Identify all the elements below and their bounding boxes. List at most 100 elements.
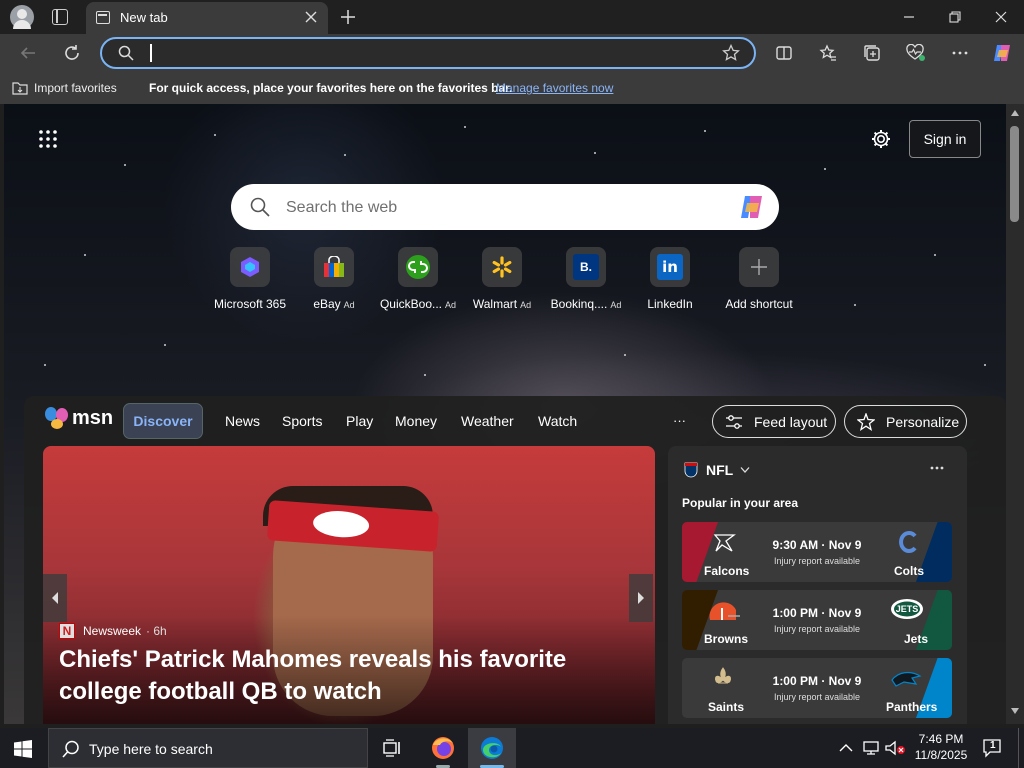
page-scrollbar[interactable]	[1006, 104, 1024, 724]
taskbar-edge[interactable]	[468, 728, 516, 768]
msn-butterfly-icon	[45, 407, 68, 429]
booking-icon: B.	[566, 247, 606, 287]
app-launcher-button[interactable]	[39, 130, 57, 148]
ad-badge: Ad	[610, 300, 622, 310]
ad-badge: Ad	[445, 300, 457, 310]
shortcut-label: Bookinq....	[550, 297, 608, 311]
close-tab-icon[interactable]	[304, 10, 318, 24]
favorites-button[interactable]	[814, 39, 842, 67]
nav-tab-sports[interactable]: Sports	[282, 413, 322, 429]
sliders-icon	[726, 415, 742, 429]
new-tab-button[interactable]	[340, 9, 356, 25]
shortcut-label: LinkedIn	[647, 297, 693, 311]
page-settings-button[interactable]	[870, 128, 892, 150]
close-window-button[interactable]	[978, 0, 1024, 34]
back-button[interactable]	[14, 39, 42, 67]
nav-tab-money[interactable]: Money	[395, 413, 437, 429]
shortcut-walmart[interactable]: Walmart Ad	[462, 247, 542, 311]
microsoft-365-icon	[230, 247, 270, 287]
carousel-prev-button[interactable]	[43, 574, 67, 622]
new-tab-page-icon	[96, 11, 110, 24]
nfl-title[interactable]: NFL	[706, 462, 733, 478]
search-icon	[118, 45, 134, 61]
refresh-button[interactable]	[58, 39, 86, 67]
import-favorites-link[interactable]: Import favorites	[34, 81, 117, 95]
web-search-box[interactable]: Search the web	[231, 184, 779, 230]
favorite-star-icon[interactable]	[722, 44, 740, 62]
nav-tab-weather[interactable]: Weather	[461, 413, 514, 429]
shortcut-linkedin[interactable]: in LinkedIn	[630, 247, 710, 311]
chevron-down-icon[interactable]	[740, 466, 750, 474]
hero-news-card[interactable]: N Newsweek · 6h Chiefs' Patrick Mahomes …	[43, 446, 655, 724]
text-cursor	[150, 44, 152, 62]
manage-favorites-link[interactable]: Manage favorites now	[496, 81, 613, 95]
taskbar-search-box[interactable]: Type here to search	[48, 728, 368, 768]
carousel-next-button[interactable]	[629, 574, 653, 622]
more-options-icon[interactable]	[930, 466, 944, 470]
copilot-button[interactable]	[988, 39, 1016, 67]
shortcut-add[interactable]: Add shortcut	[719, 247, 799, 311]
sparkle-star-icon	[857, 413, 875, 431]
hero-headline[interactable]: Chiefs' Patrick Mahomes reveals his favo…	[59, 644, 639, 708]
show-hidden-icons-chevron-up-icon[interactable]	[839, 743, 853, 753]
game-time: 9:30 AM · Nov 9	[772, 538, 862, 552]
edge-icon	[481, 737, 503, 759]
windows-logo-icon	[14, 740, 32, 758]
task-view-button[interactable]	[382, 738, 402, 758]
msn-logo-text: msn	[72, 407, 114, 429]
address-bar[interactable]	[100, 37, 756, 69]
restore-button[interactable]	[932, 0, 978, 34]
clock[interactable]: 7:46 PM 11/8/2025	[912, 732, 970, 762]
nav-tab-news[interactable]: News	[225, 413, 260, 429]
scroll-thumb[interactable]	[1010, 126, 1019, 222]
nav-more-button[interactable]: ···	[673, 413, 686, 428]
notification-center-button[interactable]: 1	[982, 738, 1004, 758]
nav-tab-watch[interactable]: Watch	[538, 413, 577, 429]
feed-layout-button[interactable]: Feed layout	[712, 405, 836, 438]
network-icon[interactable]	[862, 740, 882, 756]
browser-essentials-button[interactable]	[902, 39, 930, 67]
game-row[interactable]: JETS 1:00 PM · Nov 9 Injury report avail…	[682, 590, 952, 650]
profile-avatar-icon[interactable]	[10, 5, 34, 29]
favorites-bar: Import favorites For quick access, place…	[0, 72, 1024, 104]
shortcut-label: Microsoft 365	[213, 297, 287, 311]
msn-logo[interactable]: msn	[44, 404, 114, 434]
scroll-up-icon[interactable]	[1011, 110, 1019, 116]
volume-muted-icon[interactable]	[884, 740, 906, 756]
shortcut-ebay[interactable]: eBay Ad	[294, 247, 374, 311]
heart-pulse-icon	[906, 44, 925, 61]
home-team: Saints	[708, 700, 745, 714]
shortcut-microsoft-365[interactable]: Microsoft 365	[210, 247, 290, 311]
nav-tab-play[interactable]: Play	[346, 413, 373, 429]
shortcut-label: QuickBoo...	[379, 297, 442, 311]
hero-age: · 6h	[146, 624, 167, 638]
collections-button[interactable]	[858, 39, 886, 67]
show-desktop-button[interactable]	[1018, 728, 1024, 768]
game-row[interactable]: 9:30 AM · Nov 9 Injury report available …	[682, 522, 952, 582]
import-folder-icon	[12, 82, 28, 95]
personalize-label: Personalize	[886, 414, 960, 430]
taskbar-firefox[interactable]	[420, 728, 466, 768]
away-team: Colts	[894, 564, 924, 578]
copilot-search-button[interactable]	[737, 193, 767, 221]
scroll-down-icon[interactable]	[1011, 708, 1019, 714]
firefox-icon	[432, 737, 454, 759]
split-screen-icon	[776, 46, 792, 60]
tab-actions-icon[interactable]	[52, 9, 68, 25]
shortcut-quickbooks[interactable]: QuickBoo... Ad	[378, 247, 458, 311]
shortcut-label: Walmart	[472, 297, 518, 311]
nfl-subtitle: Popular in your area	[682, 496, 799, 510]
tab-new-tab[interactable]: New tab	[86, 2, 328, 34]
ad-badge: Ad	[343, 300, 355, 310]
nav-tab-discover[interactable]: Discover	[123, 403, 203, 439]
personalize-button[interactable]: Personalize	[844, 405, 967, 438]
shortcut-booking[interactable]: B. Bookinq.... Ad	[546, 247, 626, 311]
shortcut-label: Add shortcut	[725, 297, 793, 311]
start-button[interactable]	[14, 740, 32, 758]
settings-more-button[interactable]	[946, 39, 974, 67]
sign-in-button[interactable]: Sign in	[909, 120, 981, 158]
feed-layout-label: Feed layout	[754, 414, 828, 430]
game-row[interactable]: 1:00 PM · Nov 9 Injury report available …	[682, 658, 952, 718]
split-screen-button[interactable]	[770, 39, 798, 67]
minimize-button[interactable]	[886, 0, 932, 34]
